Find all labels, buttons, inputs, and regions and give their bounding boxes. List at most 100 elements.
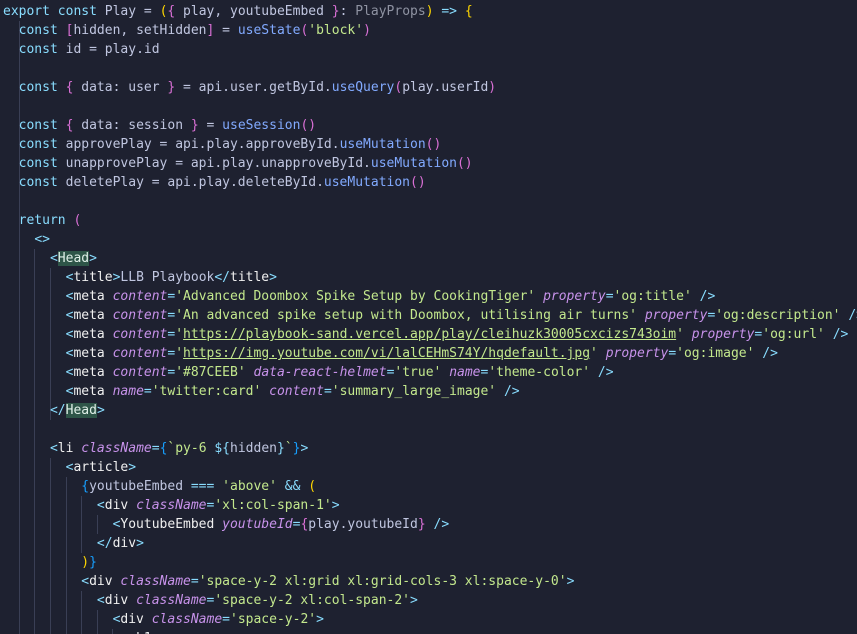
code-token: /> [597,365,614,380]
code-line[interactable]: <meta content='Advanced Doombox Spike Se… [3,287,716,306]
code-token: 'Advanced Doombox Spike Setup by Cooking… [175,289,536,304]
code-token: meta [73,308,105,323]
code-token: 'og:image' [676,346,755,361]
code-token: export [3,4,50,19]
code-token: content [112,289,168,304]
code-token: > [566,574,575,589]
code-token: > [96,403,105,418]
code-token: > [128,460,137,475]
code-token: const [18,156,58,171]
code-token: = [198,118,223,133]
code-token: li [57,441,74,456]
code-token: unapprovePlay = api.play.unapproveById. [57,156,371,171]
code-line[interactable]: <div className='space-y-2 xl:col-span-2'… [3,591,418,610]
code-token: https://img.youtube.com/vi/lalCEHmS74Y/h… [183,346,591,361]
code-token: meta [73,365,105,380]
code-token: </ [49,403,66,418]
code-line[interactable]: <> [3,230,50,249]
code-line[interactable]: <h1> [3,629,159,634]
code-line[interactable]: <meta content='https://playbook-sand.ver… [3,325,849,344]
code-token: id = play.id [57,42,160,57]
code-token: /> [433,517,450,532]
code-token: { [81,479,90,494]
code-token: property [644,308,708,323]
code-line[interactable]: const [hidden, setHidden] = useState('bl… [3,21,371,40]
code-line[interactable]: const deletePlay = api.play.deleteById.u… [3,173,426,192]
code-token: ' [590,346,598,361]
code-line[interactable]: <li className={`py-6 ${hidden}`}> [3,439,308,458]
code-token: useQuery [331,80,395,95]
code-token: === [190,479,215,494]
code-token: name [112,384,144,399]
code-line[interactable]: <div className='xl:col-span-1'> [3,496,340,515]
code-line[interactable]: <Head> [3,249,97,268]
code-token: play.youtubeId [308,517,418,532]
code-token: } [190,118,199,133]
code-line[interactable]: <div className='space-y-2'> [3,610,324,629]
code-token: 'above' [222,479,277,494]
code-token: ( [73,213,82,228]
code-line[interactable]: const { data: user } = api.user.getById.… [3,78,496,97]
code-token: = [222,612,230,627]
code-token: useSession [222,118,301,133]
code-token: ' [175,327,184,342]
code-token: < [49,441,58,456]
code-token: 'summary_large_image' [331,384,497,399]
code-line[interactable]: const { data: session } = useSession() [3,116,316,135]
code-line[interactable]: <meta content='#87CEEB' data-react-helme… [3,363,614,382]
code-token: < [96,593,105,608]
code-line[interactable]: const id = play.id [3,40,160,59]
code-token: const [18,137,58,152]
code-line[interactable]: )} [3,553,97,572]
code-token: data-react-helmet [253,365,387,380]
code-line[interactable]: <title>LLB Playbook</title> [3,268,277,287]
code-token: className [136,593,207,608]
code-token: name [449,365,481,380]
code-token: meta [73,289,105,304]
code-token: = [605,289,614,304]
code-token: => [441,4,458,19]
code-token: ` [284,441,293,456]
code-line[interactable]: return ( [3,211,82,230]
code-token: 'space-y-2 xl:col-span-2' [214,593,411,608]
code-line[interactable]: const approvePlay = api.play.approveById… [3,135,442,154]
code-token: `py-6 [167,441,215,456]
code-token: () [456,156,473,171]
code-token: youtubeEmbed [89,479,191,494]
code-line[interactable]: <meta content='An advanced spike setup w… [3,306,857,325]
code-line[interactable]: </div> [3,534,144,553]
code-line[interactable]: <article> [3,458,136,477]
code-editor[interactable]: export const Play = ({ play, youtubeEmbe… [0,0,857,634]
code-line[interactable]: <meta name='twitter:card' content='summa… [3,382,520,401]
code-token: { [464,4,473,19]
code-token: className [81,441,152,456]
code-line[interactable]: export const Play = ({ play, youtubeEmbe… [3,2,473,21]
code-line[interactable]: <div className='space-y-2 xl:grid xl:gri… [3,572,574,591]
code-token: 'theme-color' [488,365,591,380]
code-token: } [89,555,97,570]
code-line[interactable]: </Head> [3,401,105,420]
code-line[interactable]: const unapprovePlay = api.play.unapprove… [3,154,473,173]
code-token: </ [96,536,113,551]
code-token: property [605,346,669,361]
code-line[interactable]: <YoutubeEmbed youtubeId={play.youtubeId}… [3,515,450,534]
code-token: const [18,118,58,133]
code-line[interactable]: {youtubeEmbed === 'above' && ( [3,477,316,496]
code-line[interactable]: <meta content='https://img.youtube.com/v… [3,344,778,363]
